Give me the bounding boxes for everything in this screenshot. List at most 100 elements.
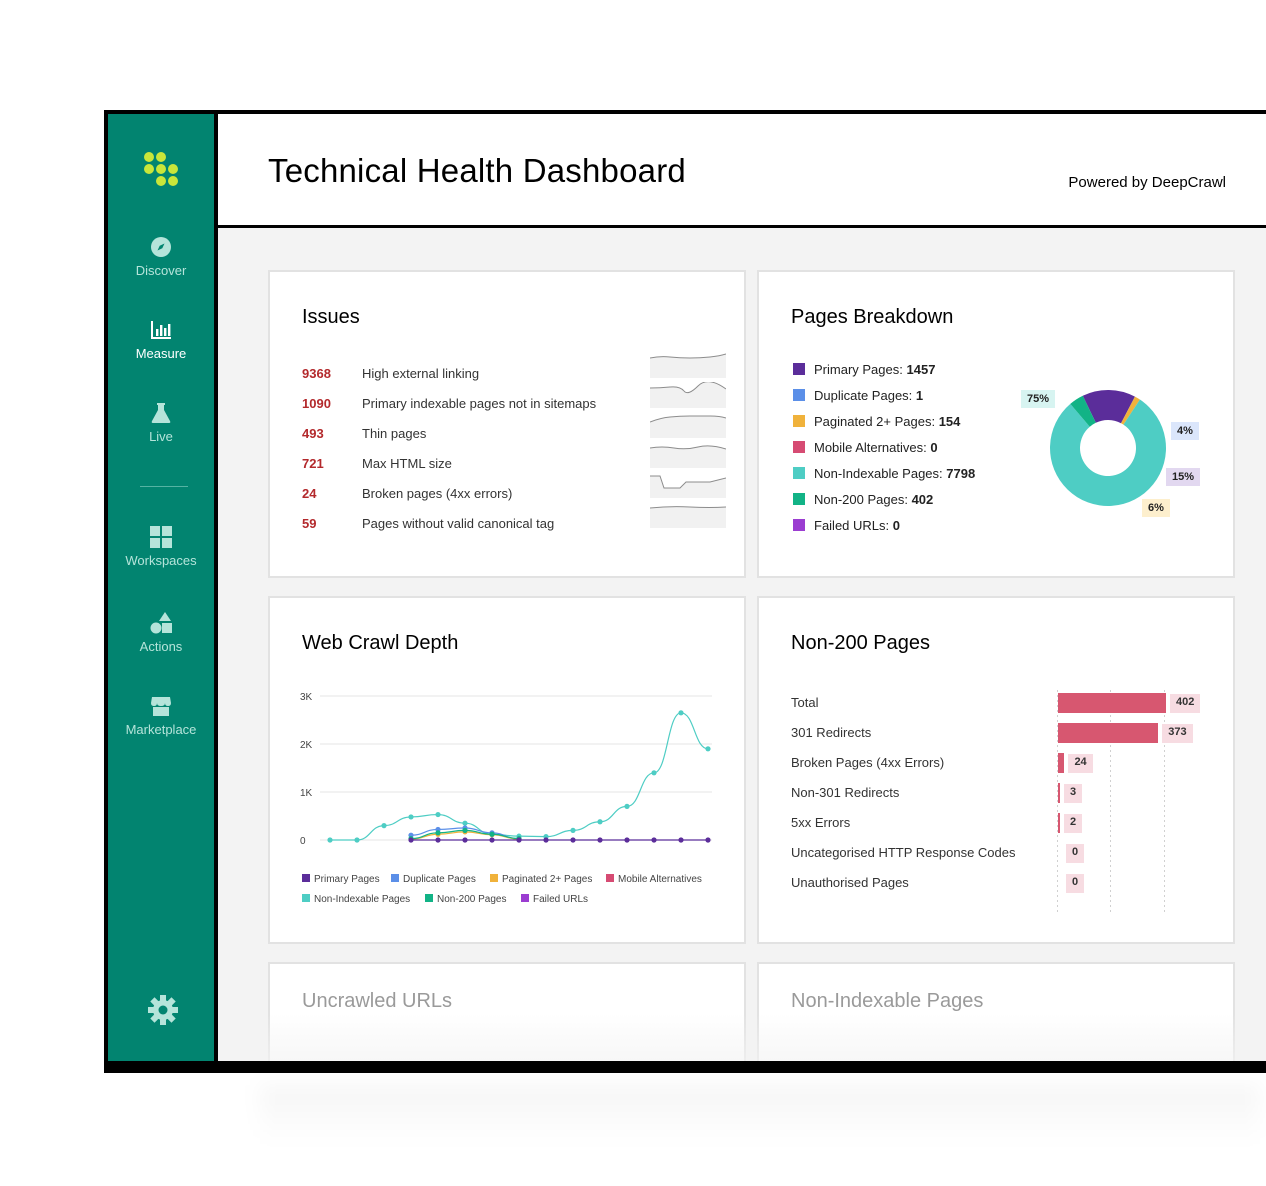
sidebar-item-measure[interactable]: Measure bbox=[108, 319, 214, 361]
breakdown-legend-item: Mobile Alternatives: 0 bbox=[793, 440, 938, 455]
legend-value: 1 bbox=[915, 388, 924, 403]
legend-swatch bbox=[302, 874, 310, 882]
breakdown-legend-item: Failed URLs: 0 bbox=[793, 518, 900, 533]
non200-row-label: 301 Redirects bbox=[791, 725, 872, 740]
crawl-legend-item[interactable]: Mobile Alternatives bbox=[606, 874, 702, 885]
non200-row-label: Broken Pages (4xx Errors) bbox=[791, 755, 945, 770]
legend-value: 0 bbox=[892, 518, 900, 533]
y-tick-label: 0 bbox=[300, 836, 306, 847]
series-point bbox=[624, 837, 630, 843]
legend-label: Primary Pages: bbox=[814, 362, 903, 377]
legend-label: Failed URLs bbox=[533, 894, 589, 905]
pages-donut-chart bbox=[1050, 390, 1166, 506]
non200-value: 24 bbox=[1068, 754, 1093, 773]
series-point bbox=[489, 831, 495, 837]
legend-swatch bbox=[793, 441, 805, 453]
sidebar: Discover Measure Live Workspaces Actions… bbox=[108, 114, 218, 1061]
series-point bbox=[705, 837, 711, 843]
series-point bbox=[651, 837, 657, 843]
sidebar-item-marketplace[interactable]: Marketplace bbox=[108, 695, 214, 737]
crawl-legend-item[interactable]: Duplicate Pages bbox=[391, 874, 476, 885]
legend-value: 7798 bbox=[946, 466, 976, 481]
gear-icon[interactable] bbox=[147, 994, 179, 1026]
non200-value: 2 bbox=[1064, 814, 1083, 833]
series-point bbox=[408, 814, 414, 820]
legend-swatch bbox=[793, 519, 805, 531]
non200-row-label: Uncategorised HTTP Response Codes bbox=[791, 845, 1016, 860]
issue-label: Broken pages (4xx errors) bbox=[362, 486, 513, 501]
non200-bar bbox=[1058, 813, 1060, 833]
legend-label: Primary Pages bbox=[314, 874, 380, 885]
crawl-legend-item[interactable]: Paginated 2+ Pages bbox=[490, 874, 592, 885]
non200-title: Non-200 Pages bbox=[791, 632, 930, 654]
issue-sparkline bbox=[649, 442, 727, 468]
y-tick-label: 1K bbox=[300, 788, 313, 799]
issues-title: Issues bbox=[302, 306, 360, 328]
sidebar-item-workspaces[interactable]: Workspaces bbox=[108, 526, 214, 568]
donut-badge-blue: 4% bbox=[1171, 422, 1199, 440]
series-point bbox=[489, 837, 495, 843]
crawl-legend-item[interactable]: Primary Pages bbox=[302, 874, 380, 885]
sidebar-item-actions[interactable]: Actions bbox=[108, 612, 214, 654]
series-point bbox=[408, 837, 414, 843]
legend-value: 0 bbox=[930, 440, 938, 455]
non200-row-label: Non-301 Redirects bbox=[791, 785, 900, 800]
legend-label: Non-200 Pages: bbox=[814, 492, 908, 507]
non200-value: 373 bbox=[1162, 724, 1193, 743]
y-tick-label: 3K bbox=[300, 692, 313, 703]
logo-icon bbox=[144, 152, 178, 186]
series-point bbox=[678, 710, 684, 716]
series-point bbox=[462, 837, 468, 843]
crawl-depth-card: Web Crawl Depth 0 1K 2K 3K Primary Pages Dup… bbox=[268, 596, 746, 944]
legend-swatch bbox=[793, 415, 805, 427]
donut-badge-yellow: 6% bbox=[1142, 499, 1170, 517]
sidebar-item-label: Measure bbox=[135, 346, 187, 361]
legend-value: 402 bbox=[911, 492, 934, 507]
legend-label: Paginated 2+ Pages bbox=[502, 874, 593, 885]
issue-sparkline bbox=[649, 352, 727, 378]
crawl-legend-item[interactable]: Failed URLs bbox=[521, 894, 588, 905]
legend-swatch bbox=[425, 894, 433, 902]
compass-icon bbox=[151, 237, 171, 257]
issue-sparkline bbox=[649, 381, 727, 408]
legend-swatch bbox=[302, 894, 310, 902]
crawl-legend-item[interactable]: Non-Indexable Pages bbox=[302, 894, 410, 905]
legend-label: Mobile Alternatives: bbox=[814, 440, 927, 455]
legend-value: 154 bbox=[938, 414, 961, 429]
non200-value: 0 bbox=[1066, 844, 1085, 863]
non200-row-label: 5xx Errors bbox=[791, 815, 851, 830]
issue-sparkline bbox=[650, 472, 727, 498]
nonindexable-card: Non-Indexable Pages bbox=[757, 962, 1235, 1061]
series-point bbox=[462, 820, 468, 826]
crawl-depth-line-chart: 0 1K 2K 3K bbox=[300, 692, 712, 847]
bar-chart-icon bbox=[151, 321, 171, 339]
legend-label: Duplicate Pages: bbox=[814, 388, 913, 403]
series-point bbox=[543, 837, 549, 843]
issue-label: Thin pages bbox=[362, 426, 427, 441]
series-line bbox=[329, 712, 709, 841]
powered-by-label: Powered by DeepCrawl bbox=[1068, 174, 1226, 191]
crawl-legend-item[interactable]: Non-200 Pages bbox=[425, 894, 507, 905]
sidebar-item-label: Workspaces bbox=[125, 553, 197, 568]
non200-value: 0 bbox=[1066, 874, 1085, 893]
legend-label: Non-Indexable Pages bbox=[314, 894, 411, 905]
sidebar-item-discover[interactable]: Discover bbox=[108, 236, 214, 278]
series-point bbox=[462, 827, 468, 833]
series-point bbox=[597, 819, 603, 825]
series-point bbox=[678, 837, 684, 843]
flask-icon bbox=[151, 403, 171, 423]
legend-label: Non-200 Pages bbox=[437, 894, 507, 905]
legend-swatch bbox=[793, 363, 805, 375]
breakdown-legend-item: Non-Indexable Pages: 7798 bbox=[793, 466, 975, 481]
pages-breakdown-card: Pages Breakdown Primary Pages: 1457 Dupli… bbox=[757, 270, 1235, 578]
series-point bbox=[435, 830, 441, 836]
non200-value: 402 bbox=[1170, 694, 1201, 713]
sidebar-item-label: Discover bbox=[135, 263, 187, 278]
sidebar-item-live[interactable]: Live bbox=[108, 402, 214, 444]
sidebar-item-label: Marketplace bbox=[125, 722, 197, 737]
issue-count: 9368 bbox=[302, 366, 331, 381]
legend-swatch bbox=[793, 493, 805, 505]
breakdown-legend-item: Duplicate Pages: 1 bbox=[793, 388, 923, 403]
non200-bar bbox=[1058, 693, 1166, 713]
series-point bbox=[624, 803, 630, 809]
